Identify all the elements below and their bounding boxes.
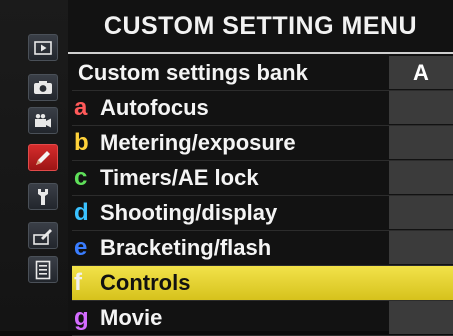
menu-header: CUSTOM SETTING MENU bbox=[68, 0, 453, 52]
menu-item-bracketing-flash[interactable]: e Bracketing/flash bbox=[72, 231, 453, 266]
camera-menu-screen: CUSTOM SETTING MENU Custom settings bank… bbox=[0, 0, 453, 336]
menu-item-label: Shooting/display bbox=[100, 200, 278, 225]
value-cell bbox=[389, 126, 453, 159]
menu-item-metering-exposure[interactable]: b Metering/exposure bbox=[72, 126, 453, 161]
tab-playback[interactable] bbox=[28, 34, 58, 61]
group-letter: f bbox=[74, 269, 82, 296]
bank-value: A bbox=[389, 56, 453, 89]
menu-item-label: Custom settings bank bbox=[78, 60, 308, 85]
value-cell bbox=[389, 231, 453, 264]
value-cell bbox=[389, 91, 453, 124]
custom-setting-list: Custom settings bank A a Autofocus b Met… bbox=[72, 56, 453, 336]
menu-item-label: Controls bbox=[100, 270, 191, 295]
page-title: CUSTOM SETTING MENU bbox=[103, 11, 418, 40]
photo-shooting-icon bbox=[34, 81, 52, 94]
tab-my-menu[interactable] bbox=[28, 256, 58, 283]
menu-item-shooting-display[interactable]: d Shooting/display bbox=[72, 196, 453, 231]
value-cell bbox=[389, 196, 453, 229]
tab-movie-shooting[interactable] bbox=[28, 107, 58, 134]
menu-item-label: Autofocus bbox=[100, 95, 209, 120]
setup-wrench-icon bbox=[38, 188, 48, 205]
value-cell bbox=[389, 301, 453, 334]
tab-retouch[interactable] bbox=[28, 222, 58, 249]
menu-item-custom-settings-bank[interactable]: Custom settings bank A bbox=[72, 56, 453, 91]
group-letter: g bbox=[74, 304, 89, 331]
retouch-brush-icon bbox=[33, 228, 52, 245]
menu-item-controls[interactable]: f Controls bbox=[72, 266, 453, 301]
my-menu-icon bbox=[35, 260, 51, 279]
custom-setting-pencil-icon bbox=[36, 150, 50, 165]
menu-tab-column bbox=[0, 0, 68, 331]
header-divider bbox=[68, 52, 453, 54]
menu-item-label: Bracketing/flash bbox=[100, 235, 272, 260]
playback-icon bbox=[34, 40, 52, 55]
menu-item-label: Timers/AE lock bbox=[100, 165, 259, 190]
menu-item-label: Movie bbox=[100, 305, 163, 330]
tab-setup[interactable] bbox=[28, 183, 58, 210]
group-letter: c bbox=[74, 164, 88, 191]
tab-custom-setting[interactable] bbox=[28, 144, 58, 171]
tab-photo-shooting[interactable] bbox=[28, 74, 58, 101]
group-letter: b bbox=[74, 129, 89, 156]
group-letter: a bbox=[74, 94, 88, 121]
menu-item-timers-ae-lock[interactable]: c Timers/AE lock bbox=[72, 161, 453, 196]
value-cell bbox=[389, 161, 453, 194]
group-letter: e bbox=[74, 234, 88, 261]
group-letter: d bbox=[74, 199, 89, 226]
movie-shooting-icon bbox=[35, 113, 51, 127]
menu-item-autofocus[interactable]: a Autofocus bbox=[72, 91, 453, 126]
menu-item-label: Metering/exposure bbox=[100, 130, 296, 155]
